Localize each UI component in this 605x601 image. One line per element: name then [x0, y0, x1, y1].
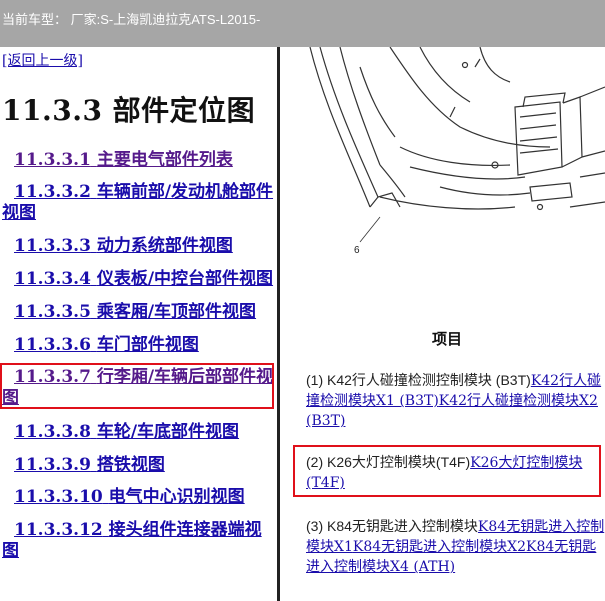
- nav-link-cont[interactable]: 视图: [2, 203, 36, 223]
- nav-item-11-3-3-5[interactable]: 11.3.3.5 乘客厢/车顶部件视图: [0, 302, 277, 323]
- nav-link[interactable]: 11.3.3.3 动力系统部件视图: [14, 236, 233, 256]
- title-bar: 当前车型： 厂家:S-上海凯迪拉克ATS-L2015-: [0, 0, 605, 47]
- nav-item-11-3-3-2[interactable]: 11.3.3.2 车辆前部/发动机舱部件 视图: [0, 182, 277, 224]
- item-3-text: (3) K84无钥匙进入控制模块: [306, 518, 478, 534]
- item-1: (1) K42行人碰撞检测控制模块 (B3T)K42行人碰撞检测模块X1 (B3…: [306, 370, 605, 431]
- page-title: 11.3.3 部件定位图: [2, 94, 256, 127]
- selected-item-highlight: [0, 363, 274, 409]
- nav-link[interactable]: 11.3.3.9 搭铁视图: [14, 455, 165, 475]
- item-3-link-x2[interactable]: K84无钥匙进入控制模块X2: [353, 539, 526, 555]
- nav-item-11-3-3-10[interactable]: 11.3.3.10 电气中心识别视图: [0, 487, 277, 508]
- nav-item-11-3-3-12[interactable]: 11.3.3.12 接头组件连接器端视 图: [0, 520, 277, 562]
- nav-link[interactable]: 11.3.3.4 仪表板/中控台部件视图: [14, 269, 273, 289]
- nav-item-11-3-3-1[interactable]: 11.3.3.1 主要电气部件列表: [0, 150, 277, 171]
- nav-item-11-3-3-6[interactable]: 11.3.3.6 车门部件视图: [0, 335, 277, 356]
- item-1-text: (1) K42行人碰撞检测控制模块 (B3T): [306, 372, 531, 388]
- nav-link[interactable]: 11.3.3.12 接头组件连接器端视: [14, 520, 262, 540]
- nav-link[interactable]: 11.3.3.8 车轮/车底部件视图: [14, 422, 239, 442]
- nav-link[interactable]: 11.3.3.1 主要电气部件列表: [14, 150, 233, 170]
- item-2: (2) K26大灯控制模块(T4F)K26大灯控制模块 (T4F): [306, 452, 605, 493]
- item-2-text: (2) K26大灯控制模块(T4F): [306, 454, 471, 470]
- nav-pane: [返回上一级] 11.3.3 部件定位图 11.3.3.1 主要电气部件列表 1…: [0, 47, 277, 601]
- content-pane: 6 项目 (1) K42行人碰撞检测控制模块 (B3T)K42行人碰撞检测模块X…: [280, 47, 605, 601]
- callout-number: 6: [354, 245, 360, 256]
- back-link[interactable]: [返回上一级]: [2, 50, 83, 70]
- nav-link[interactable]: 11.3.3.5 乘客厢/车顶部件视图: [14, 302, 256, 322]
- nav-item-11-3-3-3[interactable]: 11.3.3.3 动力系统部件视图: [0, 236, 277, 257]
- item-3: (3) K84无钥匙进入控制模块K84无钥匙进入控制模块X1K84无钥匙进入控制…: [306, 516, 605, 577]
- nav-item-11-3-3-8[interactable]: 11.3.3.8 车轮/车底部件视图: [0, 422, 277, 443]
- nav-link-cont[interactable]: 图: [2, 541, 19, 561]
- nav-item-11-3-3-9[interactable]: 11.3.3.9 搭铁视图: [0, 455, 277, 476]
- current-model-label: 当前车型： 厂家:S-上海凯迪拉克ATS-L2015-: [2, 12, 261, 27]
- nav-item-11-3-3-4[interactable]: 11.3.3.4 仪表板/中控台部件视图: [0, 269, 277, 290]
- component-location-diagram: 6: [309, 47, 605, 256]
- nav-link[interactable]: 11.3.3.2 车辆前部/发动机舱部件: [14, 182, 273, 202]
- nav-link[interactable]: 11.3.3.6 车门部件视图: [14, 335, 199, 355]
- items-header: 项目: [432, 331, 463, 348]
- nav-link[interactable]: 11.3.3.10 电气中心识别视图: [14, 487, 245, 507]
